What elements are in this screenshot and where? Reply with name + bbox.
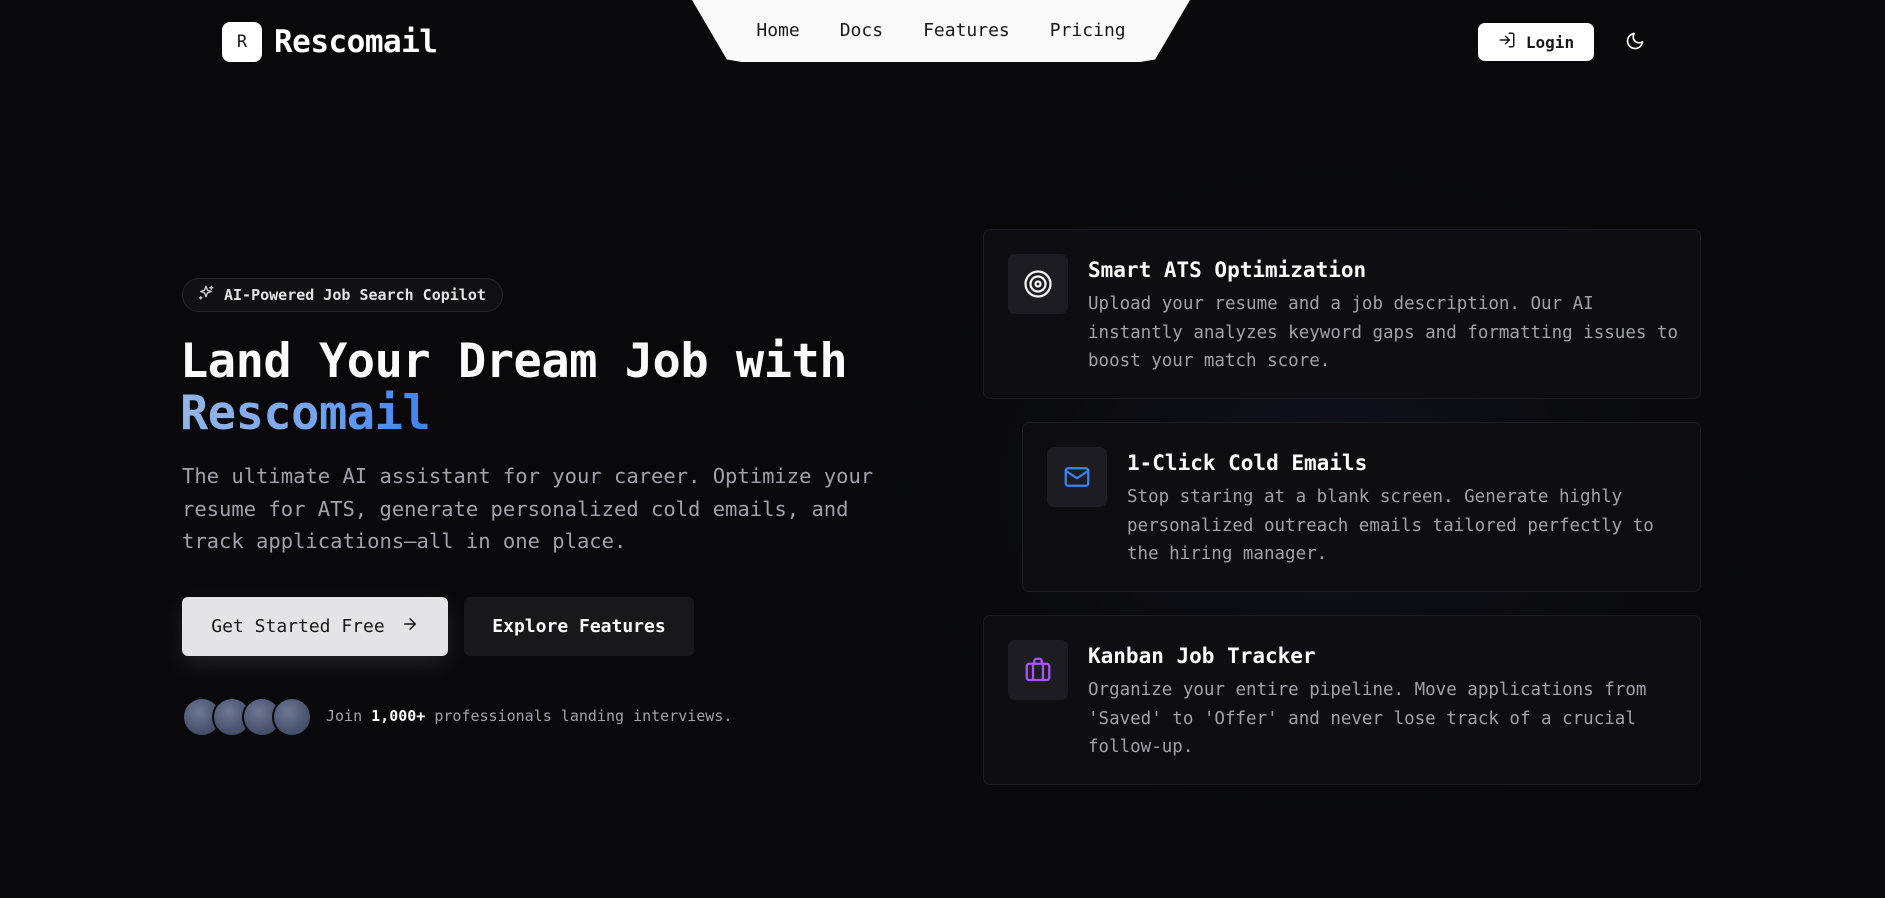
social-count: 1,000+ [371, 707, 426, 725]
brand-logo[interactable]: R Rescomail [222, 22, 438, 62]
get-started-label: Get Started Free [211, 616, 385, 637]
feature-description: Stop staring at a blank screen. Generate… [1127, 487, 1654, 564]
landing-page: R Rescomail Home Docs Features Pricing L… [0, 0, 1885, 898]
hero-subtitle: The ultimate AI assistant for your caree… [182, 464, 874, 553]
feature-card-cold-email: 1-Click Cold Emails Stop staring at a bl… [1022, 422, 1701, 592]
login-icon [1498, 31, 1516, 53]
feature-title: 1-Click Cold Emails [1127, 451, 1368, 475]
hero-title: Land Your Dream Job with Rescomail [180, 334, 848, 441]
login-button[interactable]: Login [1478, 23, 1594, 61]
login-label: Login [1525, 32, 1575, 52]
brand-name: Rescomail [274, 24, 438, 60]
avatar [272, 697, 312, 737]
sparkles-icon [197, 284, 215, 306]
target-icon [1008, 254, 1068, 314]
hero-title-accent: Rescomail [180, 386, 431, 441]
nav-home-link[interactable]: Home [756, 20, 799, 41]
theme-toggle-button[interactable] [1620, 28, 1650, 58]
nav-pricing-link[interactable]: Pricing [1050, 20, 1126, 41]
badge-label: AI-Powered Job Search Copilot [224, 286, 486, 304]
moon-icon [1625, 31, 1645, 55]
explore-features-button[interactable]: Explore Features [464, 597, 694, 656]
mail-icon [1047, 447, 1107, 507]
feature-description: Upload your resume and a job description… [1088, 294, 1679, 371]
social-suffix: professionals landing interviews. [434, 707, 733, 725]
feature-card-tracker: Kanban Job Tracker Organize your entire … [983, 615, 1701, 785]
feature-title: Kanban Job Tracker [1088, 644, 1316, 668]
hero-badge: AI-Powered Job Search Copilot [182, 278, 503, 312]
get-started-button[interactable]: Get Started Free [182, 597, 448, 656]
nav-features-link[interactable]: Features [923, 20, 1010, 41]
nav-docs-link[interactable]: Docs [840, 20, 883, 41]
arrow-right-icon [401, 615, 419, 638]
top-nav: Home Docs Features Pricing [692, 0, 1190, 62]
briefcase-icon [1008, 640, 1068, 700]
avatar-stack [182, 697, 312, 737]
feature-card-ats: Smart ATS Optimization Upload your resum… [983, 229, 1701, 399]
social-proof: Join 1,000+ professionals landing interv… [326, 707, 732, 725]
feature-title: Smart ATS Optimization [1088, 258, 1367, 282]
logo-mark: R [222, 22, 262, 62]
feature-description: Organize your entire pipeline. Move appl… [1088, 680, 1647, 757]
hero-title-line: Land Your Dream Job with [180, 334, 848, 389]
social-prefix: Join [326, 707, 363, 725]
